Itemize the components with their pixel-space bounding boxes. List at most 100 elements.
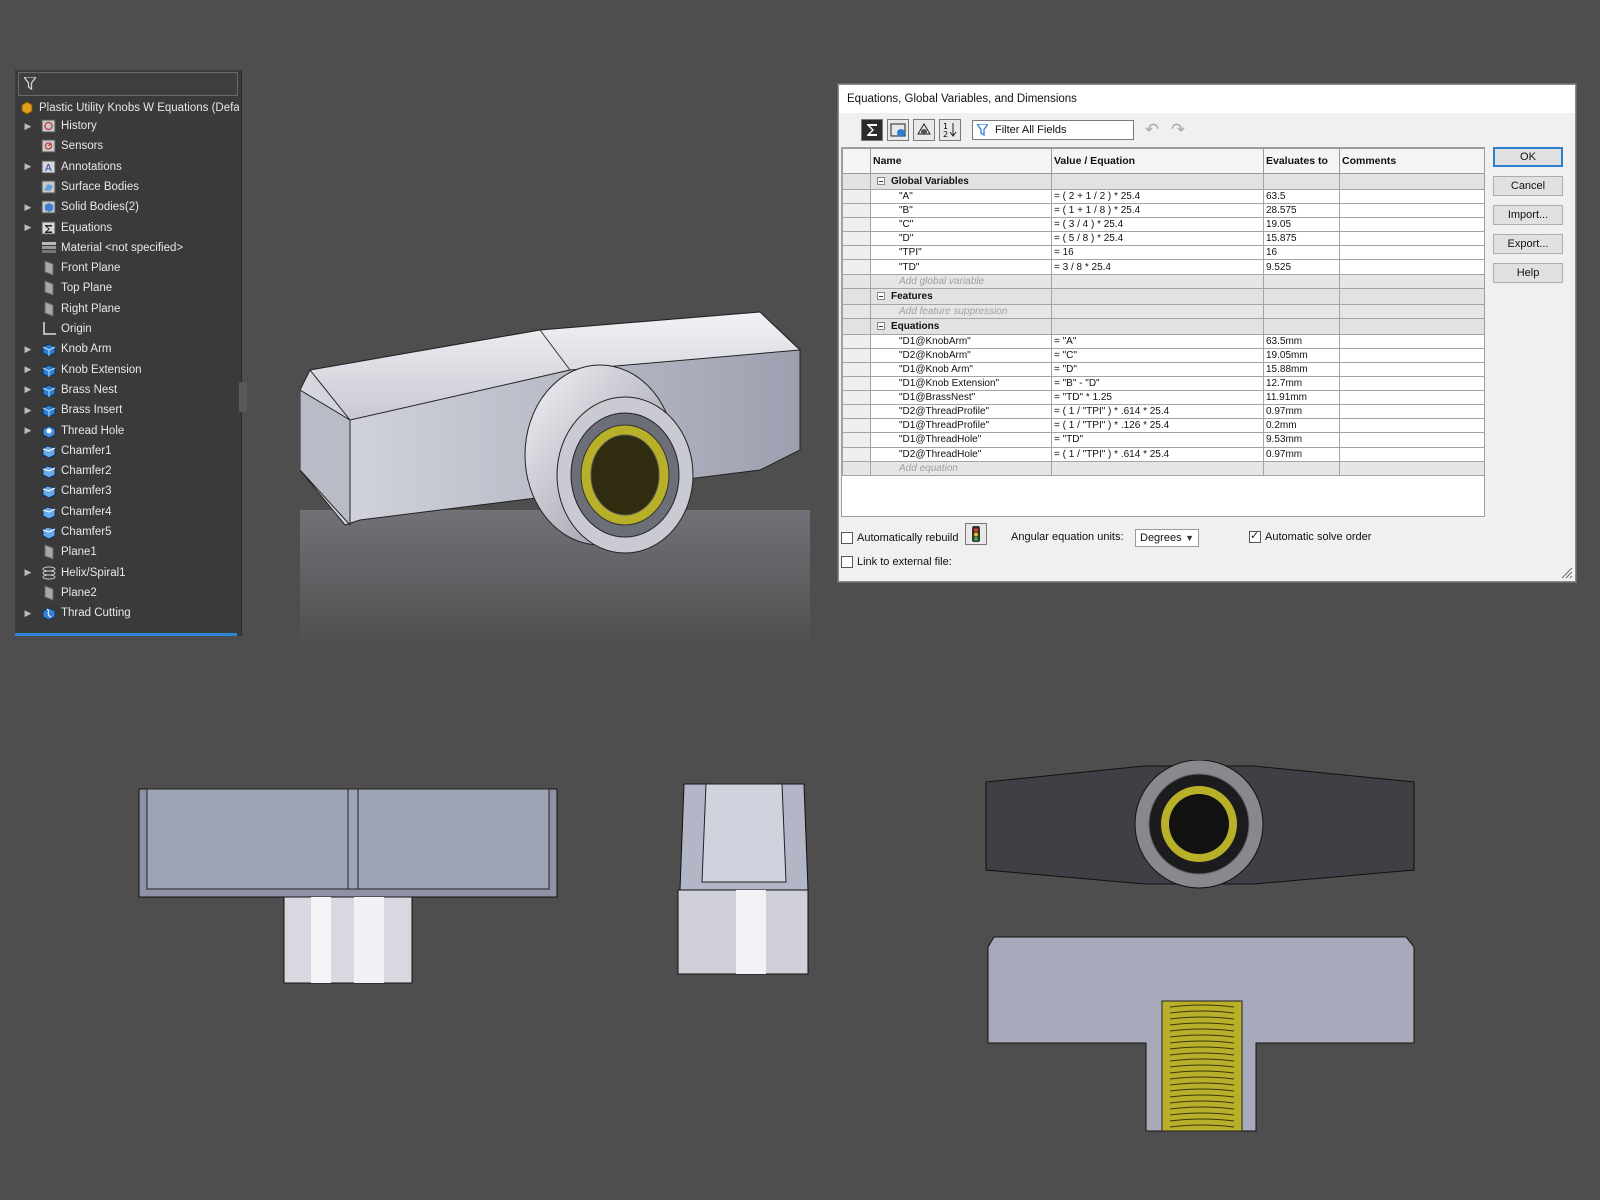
comments-cell[interactable]: [1339, 446, 1484, 462]
value-cell[interactable]: = ( 5 / 8 ) * 25.4: [1051, 231, 1264, 247]
tree-item-thread-hole[interactable]: ▶ Thread Hole: [21, 423, 239, 443]
tree-rollback-bar[interactable]: [15, 633, 237, 636]
column-header-name[interactable]: Name: [870, 148, 1052, 174]
value-cell[interactable]: = ( 3 / 4 ) * 25.4: [1051, 217, 1264, 233]
row-selector[interactable]: [842, 259, 871, 275]
dimension-view-button[interactable]: [913, 119, 935, 141]
tree-item-equations[interactable]: ▶ Equations: [21, 220, 239, 240]
row-selector[interactable]: [842, 418, 871, 434]
empty-cell[interactable]: [1263, 303, 1340, 319]
empty-cell[interactable]: [1339, 303, 1484, 319]
row-selector[interactable]: [842, 361, 871, 378]
evaluates-cell[interactable]: 0.97mm: [1263, 446, 1340, 462]
value-cell[interactable]: = "C": [1051, 347, 1264, 363]
evaluates-cell[interactable]: 11.91mm: [1263, 390, 1340, 406]
resize-grip-icon[interactable]: [1561, 567, 1573, 579]
group-cell[interactable]: [1263, 317, 1340, 335]
tree-item-history[interactable]: ▶ History: [21, 118, 239, 138]
row-selector[interactable]: [842, 203, 871, 219]
row-selector[interactable]: [842, 347, 871, 363]
group-cell[interactable]: [1051, 287, 1264, 305]
evaluates-cell[interactable]: 0.97mm: [1263, 404, 1340, 420]
name-cell[interactable]: "D1@BrassNest": [870, 390, 1052, 406]
value-cell[interactable]: = ( 1 / "TPI" ) * .614 * 25.4: [1051, 404, 1264, 420]
row-selector[interactable]: [842, 245, 871, 261]
name-cell[interactable]: "D1@ThreadHole": [870, 432, 1052, 448]
tree-item-knob-extension[interactable]: ▶ Knob Extension: [21, 362, 239, 382]
evaluates-cell[interactable]: 15.875: [1263, 231, 1340, 247]
group-header[interactable]: Features: [870, 287, 1052, 305]
tree-item-origin[interactable]: Origin: [21, 321, 239, 341]
group-cell[interactable]: [1263, 287, 1340, 305]
row-selector[interactable]: [842, 404, 871, 420]
column-header-comments[interactable]: Comments: [1339, 148, 1484, 174]
help-button[interactable]: Help: [1493, 263, 1563, 283]
export-button[interactable]: Export...: [1493, 234, 1563, 254]
tree-item-front-plane[interactable]: Front Plane: [21, 260, 239, 280]
expand-arrow-icon[interactable]: ▶: [21, 344, 35, 355]
undo-icon[interactable]: ↶: [1143, 121, 1161, 139]
row-selector[interactable]: [842, 317, 871, 335]
comments-cell[interactable]: [1339, 188, 1484, 205]
tree-item-helix-spiral1[interactable]: ▶ Helix/Spiral1: [21, 565, 239, 585]
value-cell[interactable]: = "B" - "D": [1051, 376, 1264, 392]
name-cell[interactable]: "D2@ThreadProfile": [870, 404, 1052, 420]
tree-item-chamfer2[interactable]: Chamfer2: [21, 463, 239, 483]
empty-cell[interactable]: [1051, 460, 1264, 476]
value-cell[interactable]: = 3 / 8 * 25.4: [1051, 259, 1264, 275]
tree-item-brass-nest[interactable]: ▶ Brass Nest: [21, 382, 239, 402]
name-cell[interactable]: "TD": [870, 259, 1052, 275]
evaluates-cell[interactable]: 19.05: [1263, 217, 1340, 233]
name-cell[interactable]: "D2@ThreadHole": [870, 446, 1052, 462]
ordered-view-button[interactable]: 12: [939, 119, 961, 141]
value-cell[interactable]: = ( 1 + 1 / 8 ) * 25.4: [1051, 203, 1264, 219]
import-button[interactable]: Import...: [1493, 205, 1563, 225]
expand-arrow-icon[interactable]: ▶: [21, 567, 35, 578]
auto-solve-order-checkbox[interactable]: [1249, 529, 1261, 543]
tree-item-chamfer5[interactable]: Chamfer5: [21, 524, 239, 544]
add-entry-cell[interactable]: Add global variable: [870, 273, 1052, 289]
panel-resize-handle[interactable]: [239, 382, 247, 412]
name-cell[interactable]: "TPI": [870, 245, 1052, 261]
comments-cell[interactable]: [1339, 404, 1484, 420]
row-selector[interactable]: [842, 376, 871, 392]
tree-item-annotations[interactable]: ▶ A Annotations: [21, 159, 239, 179]
empty-cell[interactable]: [1263, 273, 1340, 289]
comments-cell[interactable]: [1339, 418, 1484, 434]
row-selector[interactable]: [842, 460, 871, 476]
comments-cell[interactable]: [1339, 376, 1484, 392]
comments-cell[interactable]: [1339, 347, 1484, 363]
expand-arrow-icon[interactable]: ▶: [21, 121, 35, 132]
comments-cell[interactable]: [1339, 231, 1484, 247]
empty-cell[interactable]: [1339, 273, 1484, 289]
tree-item-surface-bodies[interactable]: Surface Bodies: [21, 179, 239, 199]
group-cell[interactable]: [1263, 173, 1340, 190]
group-header[interactable]: Global Variables: [870, 173, 1052, 190]
angular-units-select[interactable]: Degrees ▼: [1135, 529, 1199, 547]
tree-root-part[interactable]: Plastic Utility Knobs W Equations (Defau: [19, 100, 239, 118]
group-cell[interactable]: [1051, 317, 1264, 335]
evaluates-cell[interactable]: 9.525: [1263, 259, 1340, 275]
evaluates-cell[interactable]: 0.2mm: [1263, 418, 1340, 434]
row-selector[interactable]: [842, 188, 871, 205]
value-cell[interactable]: = "TD" * 1.25: [1051, 390, 1264, 406]
column-header-value[interactable]: Value / Equation: [1051, 148, 1264, 174]
expand-arrow-icon[interactable]: ▶: [21, 425, 35, 436]
ok-button[interactable]: OK: [1493, 147, 1563, 167]
value-cell[interactable]: = "TD": [1051, 432, 1264, 448]
equation-view-button[interactable]: [861, 119, 883, 141]
tree-item-plane2[interactable]: Plane2: [21, 585, 239, 605]
tree-item-chamfer3[interactable]: Chamfer3: [21, 483, 239, 503]
empty-cell[interactable]: [1339, 460, 1484, 476]
name-cell[interactable]: "D1@Knob Extension": [870, 376, 1052, 392]
row-selector[interactable]: [842, 217, 871, 233]
rebuild-button[interactable]: [965, 523, 987, 545]
comments-cell[interactable]: [1339, 217, 1484, 233]
expand-arrow-icon[interactable]: ▶: [21, 405, 35, 416]
evaluates-cell[interactable]: 16: [1263, 245, 1340, 261]
empty-cell[interactable]: [1051, 303, 1264, 319]
collapse-icon[interactable]: [877, 292, 885, 301]
row-selector[interactable]: [842, 231, 871, 247]
group-header[interactable]: Equations: [870, 317, 1052, 335]
tree-item-plane1[interactable]: Plane1: [21, 544, 239, 564]
